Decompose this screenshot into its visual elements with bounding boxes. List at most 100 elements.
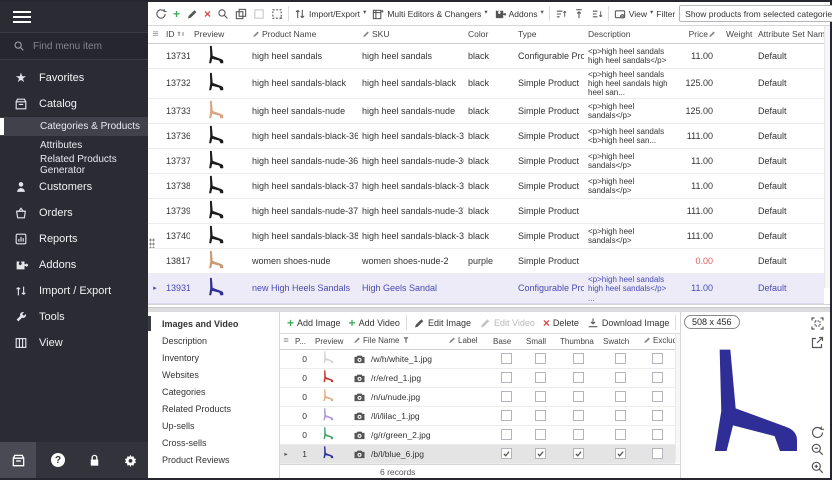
add-product-button[interactable]: + [170,4,183,24]
detail-tab[interactable]: Images and Video [148,315,279,332]
vertical-scrollbar[interactable] [824,26,830,288]
add-video-button[interactable]: +Add Video [345,313,404,333]
sidebar-item-categories-products[interactable]: Categories & Products [0,117,148,136]
product-row[interactable]: 13740 high heel sandals-black-38 high he… [148,223,824,248]
small-checkbox[interactable] [535,353,546,364]
column-header-thumbnail[interactable]: Thumbna [557,334,600,349]
edit-image-button[interactable]: Edit Image [409,313,475,333]
thumbnail-checkbox[interactable] [573,448,584,459]
column-header-position[interactable]: P... [292,334,312,349]
import-export-button[interactable]: Import/Export ▾ [291,4,369,24]
exclude-checkbox[interactable] [652,372,663,383]
edit-video-button[interactable]: Edit Video [475,313,539,333]
base-checkbox[interactable] [501,410,512,421]
column-header-description[interactable]: Description [584,26,678,43]
base-checkbox[interactable] [501,391,512,402]
add-image-button[interactable]: +Add Image [283,313,345,333]
swatch-checkbox[interactable] [615,391,626,402]
column-header-price[interactable]: Price [678,26,722,43]
exclude-checkbox[interactable] [652,448,663,459]
rotate-button[interactable] [810,425,825,440]
settings-button[interactable] [112,442,148,478]
column-header-exclude[interactable]: Exclude [640,334,675,349]
product-row[interactable]: 13738 high heel sandals-black-37 high he… [148,173,824,198]
base-checkbox[interactable] [501,353,512,364]
column-header-type[interactable]: Type [514,26,584,43]
thumbnail-checkbox[interactable] [573,372,584,383]
paste-special-button[interactable] [268,4,286,24]
multi-editors-button[interactable]: Multi Editors & Changers ▾ [369,4,490,24]
column-header-preview[interactable]: Preview [312,334,350,349]
sidebar-item-view[interactable]: View [0,330,148,356]
product-row[interactable]: 13817 women shoes-nude women shoes-nude-… [148,248,824,273]
edit-product-button[interactable] [183,4,201,24]
base-checkbox[interactable] [501,372,512,383]
select-cells-button[interactable] [250,4,268,24]
base-checkbox[interactable] [501,448,512,459]
lock-button[interactable] [76,442,112,478]
detail-tab[interactable]: Description [148,332,279,349]
small-checkbox[interactable] [535,372,546,383]
swatch-checkbox[interactable] [615,353,626,364]
sort-asc-button[interactable] [552,4,570,24]
vertical-scrollbar[interactable] [675,334,680,462]
sidebar-item-favorites[interactable]: ★ Favorites [0,65,148,91]
sidebar-item-import-export[interactable]: Import / Export [0,278,148,304]
move-top-button[interactable] [570,4,588,24]
column-header-product-name[interactable]: Product Name [248,26,358,43]
image-row[interactable]: 0 /w/h/white_1.jpg [280,349,675,368]
sidebar-item-addons[interactable]: Addons [0,252,148,278]
column-header-swatch[interactable]: Swatch [600,334,640,349]
zoom-out-button[interactable] [810,442,825,457]
store-manager-button[interactable] [0,442,36,478]
thumbnail-checkbox[interactable] [573,429,584,440]
refresh-button[interactable] [152,4,170,24]
image-row[interactable]: 0 /l/i/lilac_1.jpg [280,406,675,425]
open-external-button[interactable] [810,335,825,350]
sidebar-item-reports[interactable]: Reports [0,226,148,252]
detail-tab[interactable]: Product Reviews [148,451,279,468]
small-checkbox[interactable] [535,410,546,421]
product-row[interactable]: 13739 high heel sandals-nude-37 high hee… [148,198,824,223]
column-header-sku[interactable]: SKU [358,26,464,43]
detail-tab[interactable]: Websites [148,366,279,383]
column-header-small[interactable]: Small [523,334,557,349]
column-header-label[interactable]: Label [445,334,490,349]
delete-image-button[interactable]: ×Delete [539,313,583,333]
menu-search-input[interactable] [33,41,133,52]
base-checkbox[interactable] [501,429,512,440]
column-header-base[interactable]: Base [490,334,523,349]
small-checkbox[interactable] [535,391,546,402]
sidebar-item-tools[interactable]: Tools [0,304,148,330]
fit-screen-button[interactable] [810,316,825,331]
swatch-checkbox[interactable] [615,429,626,440]
image-row[interactable]: 0 /r/e/red_1.jpg [280,368,675,387]
exclude-checkbox[interactable] [652,391,663,402]
sidebar-item-related-products-generator[interactable]: Related Products Generator [0,155,148,174]
sidebar-item-catalog[interactable]: Catalog [0,91,148,117]
small-checkbox[interactable] [535,448,546,459]
column-header-color[interactable]: Color [464,26,514,43]
addons-button[interactable]: Addons ▾ [491,4,547,24]
detail-tab[interactable]: Cross-sells [148,434,279,451]
download-image-button[interactable]: Download Image [583,313,674,333]
detail-tab[interactable]: Up-sells [148,417,279,434]
product-row[interactable]: 13731 high heel sandals high heel sandal… [148,43,824,68]
exclude-checkbox[interactable] [652,353,663,364]
delete-product-button[interactable]: × [201,4,214,24]
sidebar-item-customers[interactable]: Customers [0,174,148,200]
sort-order-button[interactable] [588,4,606,24]
hamburger-menu-button[interactable] [0,2,148,32]
image-row[interactable]: ▸ 1 /b/l/blue_6.jpg [280,444,675,463]
image-row[interactable]: 0 /g/r/green_2.jpg [280,425,675,444]
image-row[interactable]: 0 /n/u/nude.jpg [280,387,675,406]
product-row[interactable]: 13732 high heel sandals-black high heel … [148,68,824,98]
detail-tab[interactable]: Related Products [148,400,279,417]
exclude-checkbox[interactable] [652,429,663,440]
search-button[interactable] [214,4,232,24]
product-row[interactable]: 13736 high heel sandals-black-36 high he… [148,123,824,148]
splitter-handle[interactable] [149,238,155,248]
thumbnail-checkbox[interactable] [573,353,584,364]
zoom-in-button[interactable] [810,460,825,475]
swatch-checkbox[interactable] [615,410,626,421]
